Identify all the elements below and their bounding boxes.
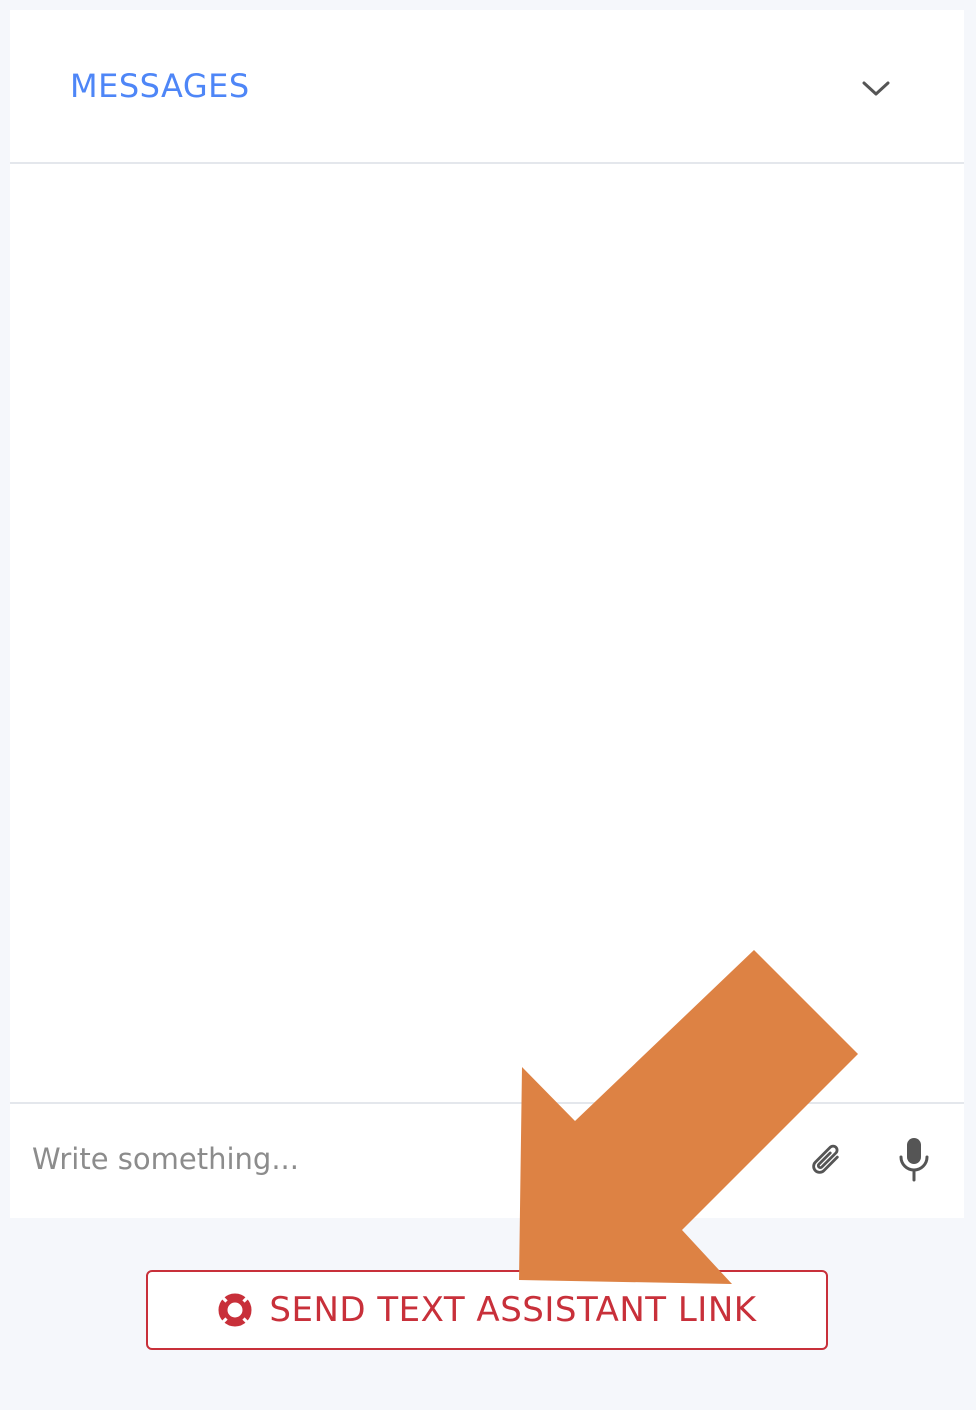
- message-input[interactable]: [32, 1134, 772, 1184]
- messages-panel: MESSAGES: [10, 10, 964, 1218]
- message-list[interactable]: [10, 164, 964, 1102]
- chevron-down-icon: [862, 81, 890, 96]
- messages-header: MESSAGES: [10, 10, 964, 164]
- send-text-assistant-link-label: SEND TEXT ASSISTANT LINK: [269, 1290, 757, 1330]
- lifebuoy-icon: [218, 1293, 252, 1327]
- microphone-button[interactable]: [888, 1134, 940, 1186]
- attach-button[interactable]: [800, 1134, 852, 1186]
- microphone-icon: [899, 1138, 929, 1182]
- paperclip-icon: [812, 1144, 839, 1174]
- composer: [10, 1102, 964, 1220]
- panel-title: MESSAGES: [70, 67, 250, 105]
- collapse-button[interactable]: [856, 68, 896, 108]
- send-text-assistant-link-button[interactable]: SEND TEXT ASSISTANT LINK: [146, 1270, 828, 1350]
